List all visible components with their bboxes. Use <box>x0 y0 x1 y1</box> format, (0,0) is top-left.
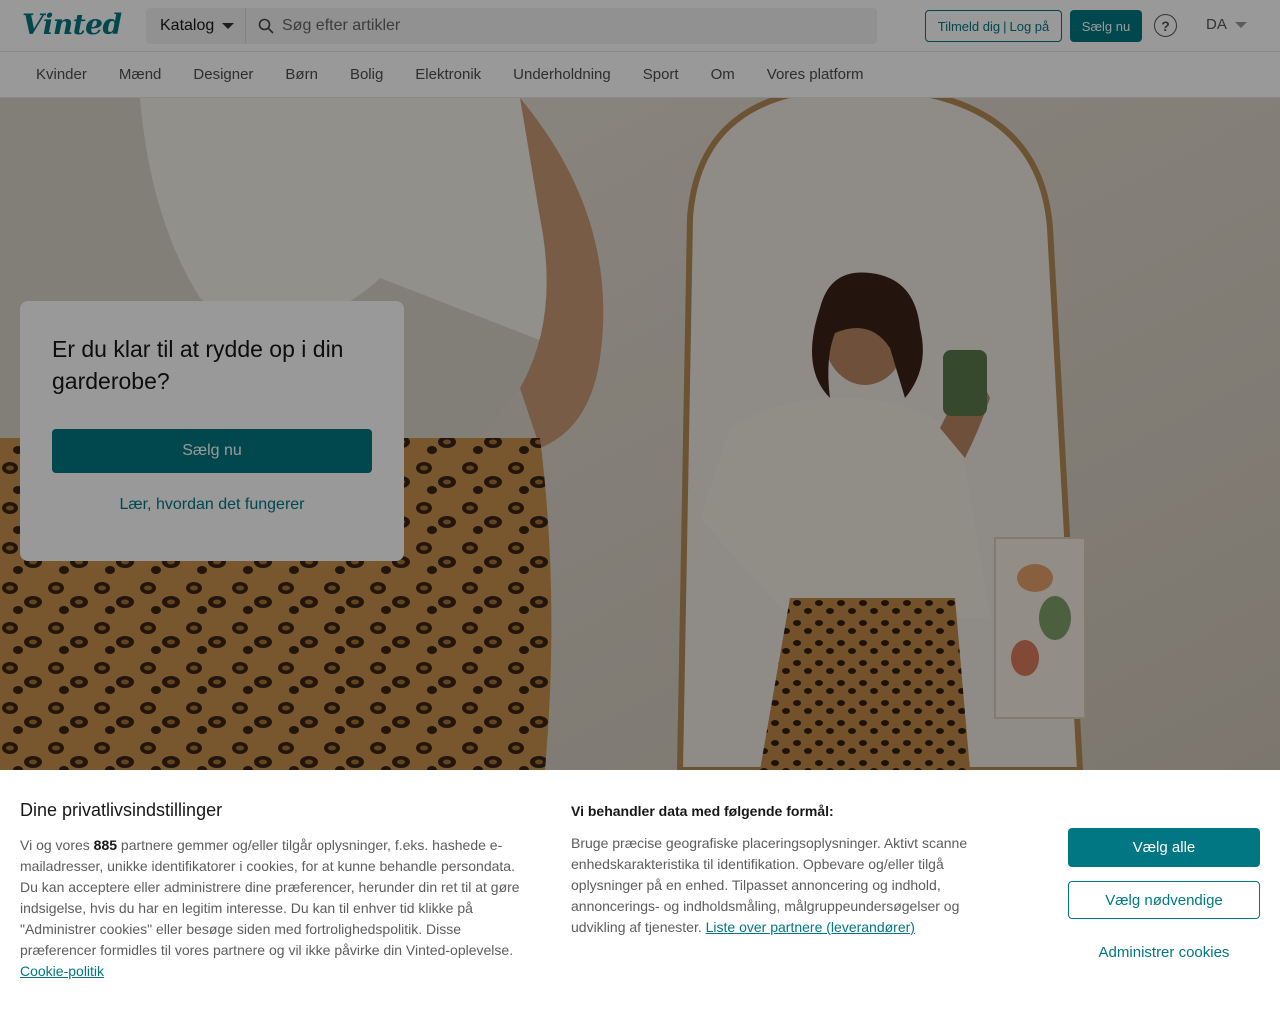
cookie-description: Vi og vores 885 partnere gemmer og/eller… <box>20 835 530 982</box>
partner-count: 885 <box>93 837 118 853</box>
modal-backdrop <box>0 0 1280 770</box>
cookie-policy-link[interactable]: Cookie-politik <box>20 963 104 979</box>
manage-cookies-button[interactable]: Administrer cookies <box>1068 944 1260 961</box>
cookie-intro: Dine privatlivsindstillinger Vi og vores… <box>20 800 530 982</box>
cookie-purposes: Vi behandler data med følgende formål: B… <box>571 803 1001 938</box>
partners-list-link[interactable]: Liste over partnere (leverandører) <box>706 919 915 935</box>
purposes-description: Bruge præcise geografiske placeringsoply… <box>571 833 1001 938</box>
accept-all-button[interactable]: Vælg alle <box>1068 828 1260 867</box>
cookie-banner: Dine privatlivsindstillinger Vi og vores… <box>0 770 1280 1024</box>
necessary-only-button[interactable]: Vælg nødvendige <box>1068 881 1260 919</box>
cookie-text-after: partnere gemmer og/eller tilgår oplysnin… <box>20 837 520 958</box>
cookie-text-before: Vi og vores <box>20 837 90 853</box>
purposes-title: Vi behandler data med følgende formål: <box>571 803 834 819</box>
cookie-title: Dine privatlivsindstillinger <box>20 800 223 820</box>
